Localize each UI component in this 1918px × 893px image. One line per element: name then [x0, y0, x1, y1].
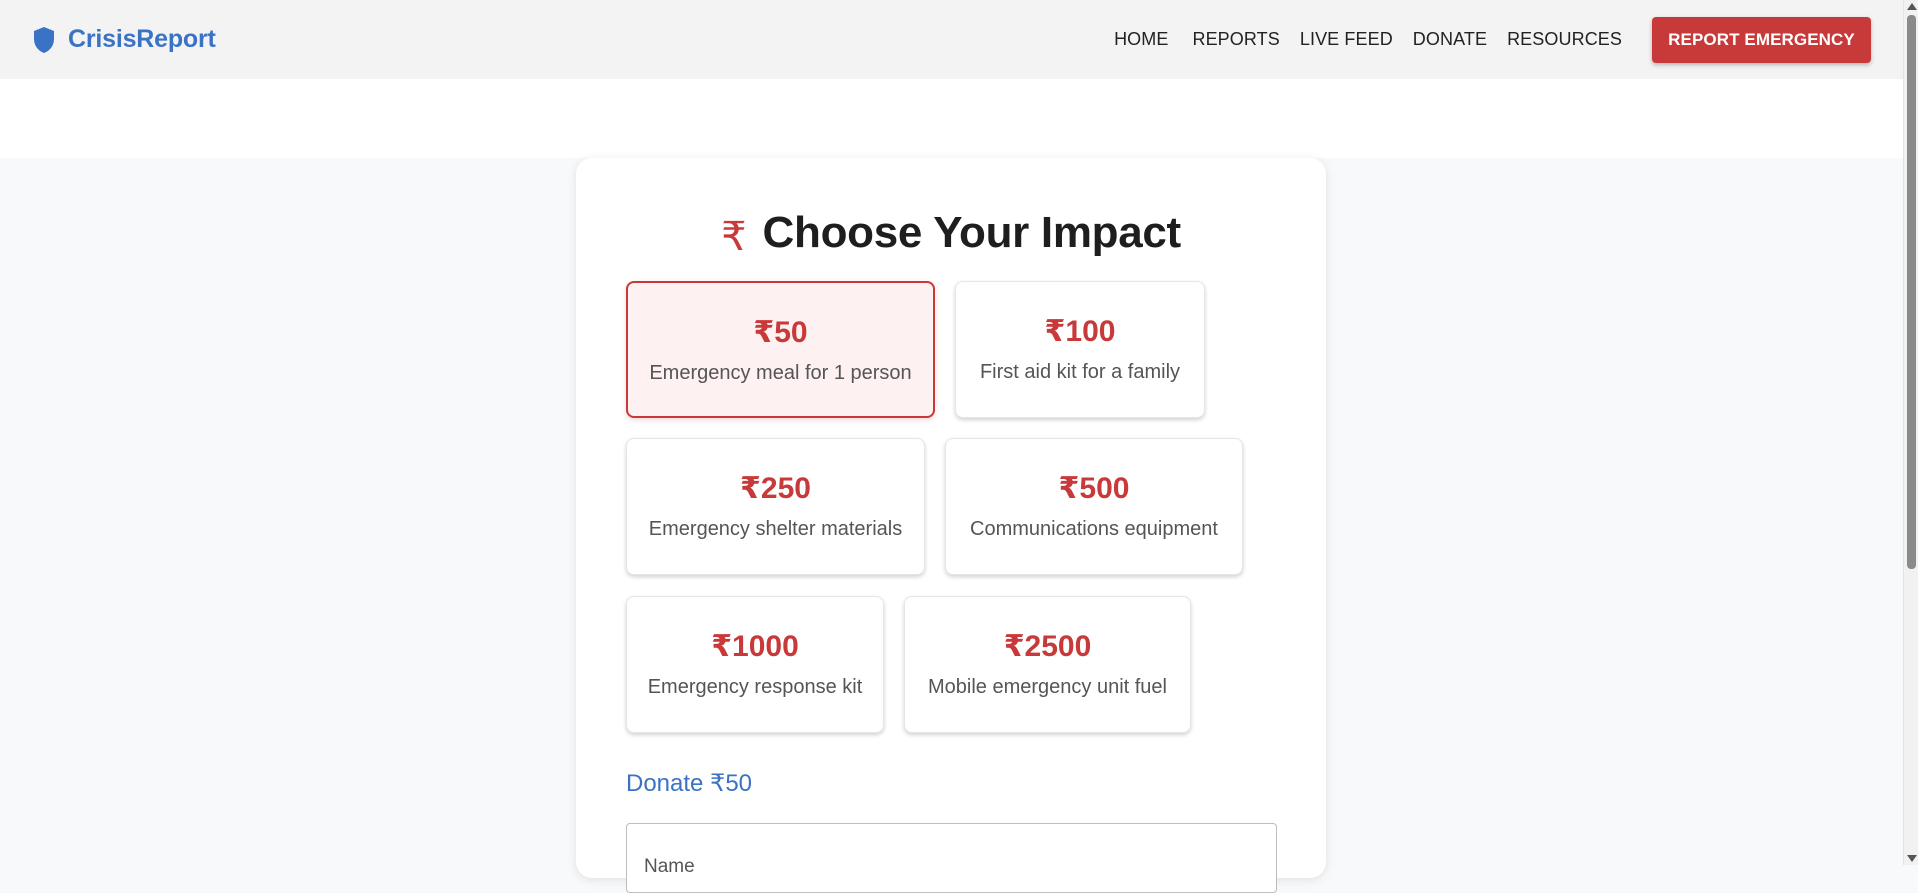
donation-option-500[interactable]: ₹500 Communications equipment	[945, 438, 1243, 575]
donation-amount: ₹2500	[1003, 630, 1092, 663]
donate-amount-label: Donate ₹50	[626, 770, 753, 797]
scroll-down-icon[interactable]	[1907, 855, 1917, 862]
name-field[interactable]	[626, 823, 1277, 893]
scrollbar-thumb[interactable]	[1907, 15, 1916, 569]
donation-option-100[interactable]: ₹100 First aid kit for a family	[955, 281, 1205, 418]
donation-option-1000[interactable]: ₹1000 Emergency response kit	[626, 596, 884, 733]
donation-description: First aid kit for a family	[979, 361, 1181, 383]
donation-amount: ₹1000	[711, 630, 799, 663]
donation-option-50[interactable]: ₹50 Emergency meal for 1 person	[626, 281, 935, 418]
rupee-icon: ₹	[721, 215, 747, 259]
impact-heading: ₹ Choose Your Impact	[576, 208, 1326, 258]
donation-card: ₹ Choose Your Impact ₹50 Emergency meal …	[576, 158, 1326, 893]
nav-link-resources[interactable]: RESOURCES	[1507, 29, 1622, 50]
donation-amount: ₹500	[1058, 472, 1130, 505]
donation-description: Emergency meal for 1 person	[649, 362, 912, 384]
donation-description: Emergency response kit	[647, 676, 863, 698]
page-title: Choose Your Impact	[762, 208, 1182, 257]
brand[interactable]: CrisisReport	[32, 25, 216, 54]
nav-link-reports[interactable]: REPORTS	[1192, 29, 1279, 50]
shield-icon	[34, 26, 54, 53]
nav-links: HOME REPORTS LIVE FEED DONATE RESOURCES …	[1114, 16, 1871, 63]
brand-name: CrisisReport	[68, 25, 216, 53]
header-spacer	[0, 79, 1903, 158]
top-navbar: CrisisReport HOME REPORTS LIVE FEED DONA…	[0, 0, 1903, 79]
donation-amount: ₹100	[1044, 315, 1116, 348]
donation-amount: ₹50	[753, 316, 808, 349]
donation-option-2500[interactable]: ₹2500 Mobile emergency unit fuel	[904, 596, 1191, 733]
nav-link-donate[interactable]: DONATE	[1413, 29, 1487, 50]
nav-link-live-feed[interactable]: LIVE FEED	[1300, 29, 1393, 50]
scroll-up-icon[interactable]	[1907, 3, 1917, 10]
nav-link-home[interactable]: HOME	[1114, 29, 1168, 50]
donation-description: Emergency shelter materials	[648, 518, 903, 540]
page-scrollbar[interactable]	[1903, 0, 1918, 865]
donation-amount: ₹250	[740, 472, 811, 505]
report-emergency-button[interactable]: REPORT EMERGENCY	[1652, 16, 1871, 63]
donation-description: Mobile emergency unit fuel	[927, 676, 1167, 698]
donation-option-250[interactable]: ₹250 Emergency shelter materials	[626, 438, 925, 575]
donation-description: Communications equipment	[970, 518, 1218, 540]
